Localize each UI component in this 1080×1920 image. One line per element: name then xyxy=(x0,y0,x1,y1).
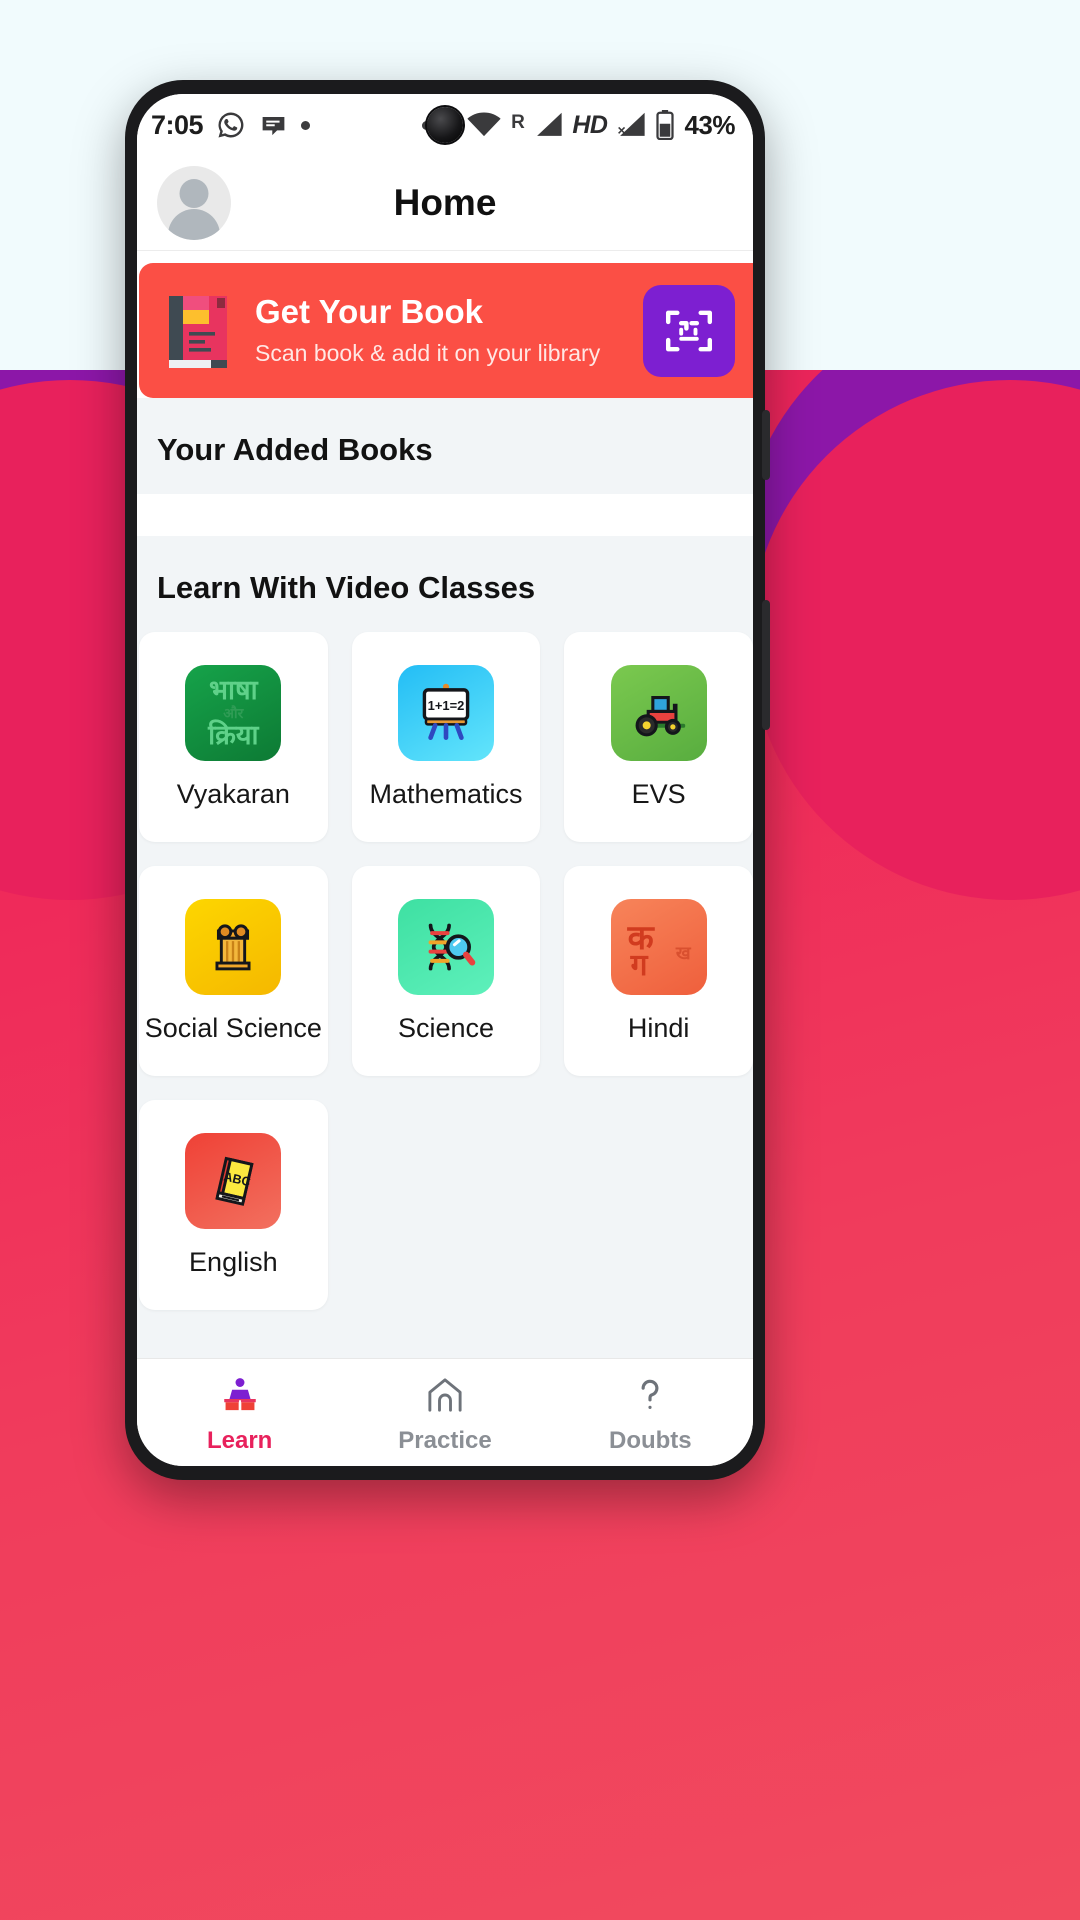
status-time: 7:05 xyxy=(151,109,204,140)
scan-frame-icon xyxy=(665,310,713,351)
avatar-body xyxy=(168,209,220,240)
tractor-icon xyxy=(610,664,707,761)
battery-icon xyxy=(655,110,675,140)
subject-label: Social Science xyxy=(144,1012,322,1043)
reading-person-icon xyxy=(219,1371,261,1419)
nav-item-doubts[interactable]: Doubts xyxy=(548,1359,753,1466)
pillar-icon xyxy=(185,898,282,995)
vyakaran-glyph-bottom: क्रिया xyxy=(208,719,259,750)
main-content: Get Your Book Scan book & add it on your… xyxy=(137,251,753,1358)
battery-percent: 43% xyxy=(684,109,735,140)
subject-card-social-science[interactable]: Social Science xyxy=(139,866,328,1076)
nav-label: Doubts xyxy=(608,1426,692,1454)
subject-label: Science xyxy=(397,1012,495,1043)
subject-card-hindi[interactable]: क ग ख Hindi xyxy=(564,866,753,1076)
wifi-icon: 4 xyxy=(466,111,502,139)
hindi-grammar-icon: भाषा और क्रिया xyxy=(185,664,282,761)
added-books-empty-area xyxy=(137,494,753,536)
nav-item-practice[interactable]: Practice xyxy=(342,1359,547,1466)
subject-card-evs[interactable]: EVS xyxy=(564,632,753,842)
get-your-book-banner[interactable]: Get Your Book Scan book & add it on your… xyxy=(139,263,753,398)
subject-card-vyakaran[interactable]: भाषा और क्रिया Vyakaran xyxy=(139,632,328,842)
subject-card-science[interactable]: Science xyxy=(351,866,541,1076)
abc-book-icon: ABC xyxy=(185,1132,282,1229)
home-arch-icon xyxy=(423,1371,467,1419)
bottom-navigation: Learn Practice Doubts xyxy=(137,1358,753,1466)
subject-label: EVS xyxy=(631,778,686,809)
book-icon xyxy=(165,292,233,370)
banner-title: Get Your Book xyxy=(255,293,483,331)
phone-screen: 7:05 4 R HD × 43% Home Get Your Book Sca… xyxy=(137,94,753,1466)
vyakaran-glyph-top: भाषा xyxy=(209,674,258,705)
nav-item-learn[interactable]: Learn xyxy=(137,1359,342,1466)
signal-icon xyxy=(533,111,563,139)
banner-container: Get Your Book Scan book & add it on your… xyxy=(137,251,753,398)
nav-label: Practice xyxy=(398,1426,492,1454)
whatsapp-icon xyxy=(216,110,246,140)
hindi-glyph-small: ख xyxy=(675,942,691,963)
banner-text-block: Get Your Book Scan book & add it on your… xyxy=(255,294,643,366)
phone-side-button-top xyxy=(762,410,770,480)
status-bar-left: 7:05 xyxy=(151,109,311,141)
nav-label: Learn xyxy=(206,1426,273,1454)
section-title: Learn With Video Classes xyxy=(157,570,536,605)
dot-icon xyxy=(301,120,311,130)
phone-side-button-bottom xyxy=(762,600,770,730)
avatar[interactable] xyxy=(157,166,231,240)
roaming-icon: R xyxy=(511,111,525,134)
dna-microscope-icon xyxy=(397,898,494,995)
subject-label: Mathematics xyxy=(369,778,523,809)
subject-card-english[interactable]: ABC English xyxy=(139,1100,328,1310)
section-your-added-books: Your Added Books xyxy=(137,398,753,494)
question-mark-icon xyxy=(628,1371,672,1419)
devanagari-icon: क ग ख xyxy=(610,898,707,995)
subject-grid: भाषा और क्रिया Vyakaran 1+1=2 Mathematic… xyxy=(137,632,753,1324)
section-title: Your Added Books xyxy=(157,432,433,467)
status-bar: 7:05 4 R HD × 43% xyxy=(137,94,753,156)
wifi-band-label: 4 xyxy=(493,122,502,139)
subject-label: English xyxy=(189,1246,278,1277)
hindi-glyph-sub: ग xyxy=(630,948,648,982)
subject-label: Vyakaran xyxy=(176,778,290,809)
whiteboard-icon: 1+1=2 xyxy=(397,664,494,761)
svg-text:1+1=2: 1+1=2 xyxy=(428,697,465,712)
app-bar: Home xyxy=(137,156,753,251)
roaming-label: R xyxy=(511,111,525,133)
subject-card-mathematics[interactable]: 1+1=2 Mathematics xyxy=(351,632,541,842)
status-bar-right: 4 R HD × 43% xyxy=(422,110,735,141)
message-icon xyxy=(259,111,288,140)
signal-x-icon: × xyxy=(616,111,646,139)
front-camera-punchhole xyxy=(427,107,463,143)
hd-label: HD xyxy=(572,110,608,139)
banner-subtitle: Scan book & add it on your library xyxy=(255,339,601,366)
subject-label: Hindi xyxy=(627,1012,690,1043)
phone-frame: 7:05 4 R HD × 43% Home Get Your Book Sca… xyxy=(125,80,770,1480)
section-learn-with-video-classes: Learn With Video Classes xyxy=(137,536,753,632)
avatar-head xyxy=(179,179,209,208)
scan-button[interactable] xyxy=(643,284,735,377)
